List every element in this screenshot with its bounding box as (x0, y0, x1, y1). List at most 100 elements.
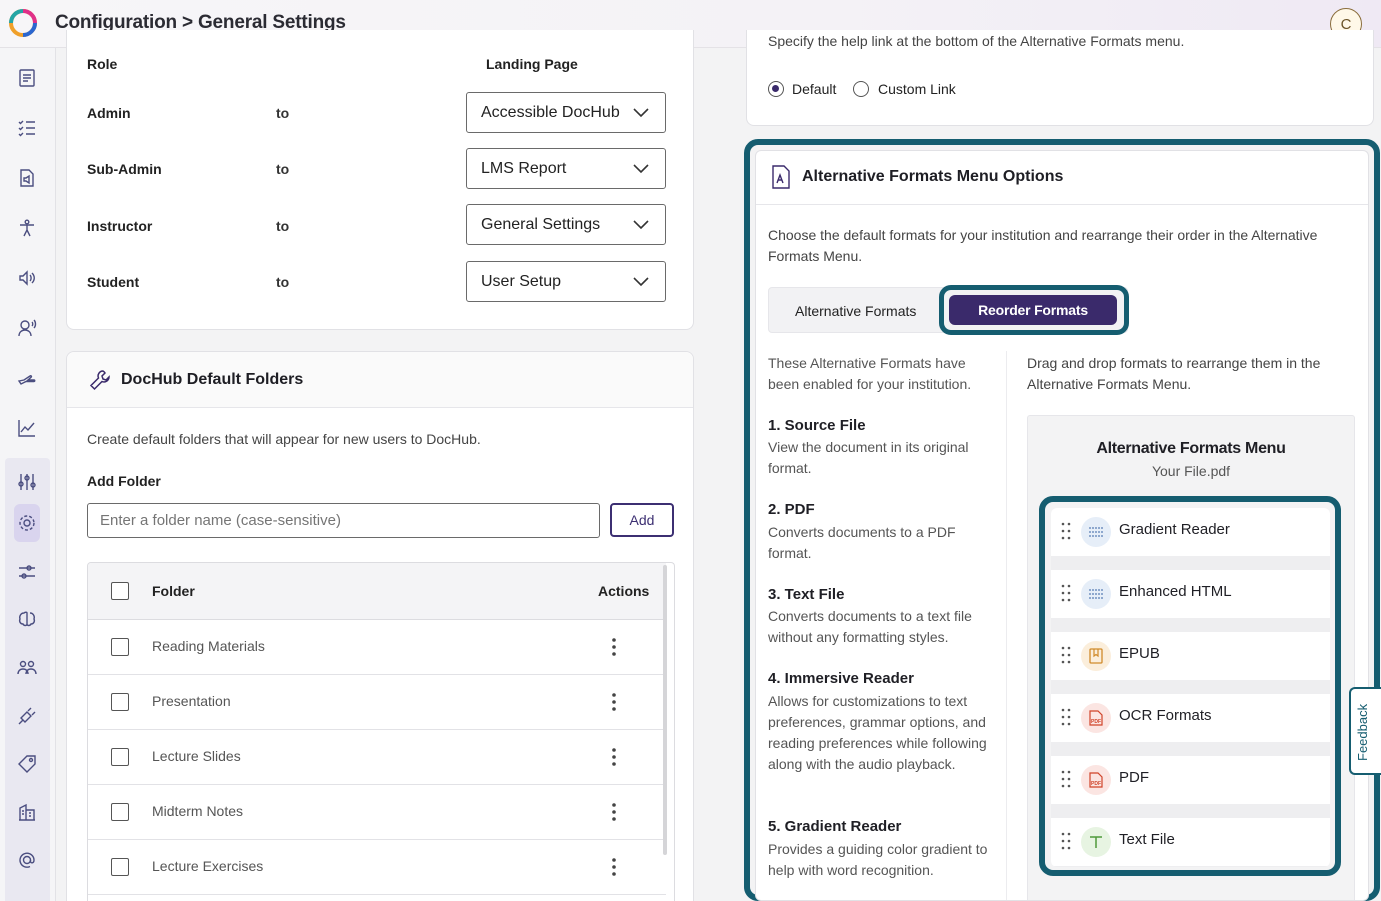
role-label: Instructor (87, 218, 153, 234)
format-title: 2. PDF (768, 501, 815, 518)
chevron-down-icon (633, 108, 649, 118)
format-description: Converts documents to a PDF format. (768, 524, 956, 561)
help-link-description: Specify the help link at the bottom of t… (768, 33, 1185, 49)
tab-alternative-formats[interactable]: Alternative Formats (795, 303, 916, 319)
drag-handle-icon[interactable] (1060, 645, 1072, 665)
add-folder-button[interactable]: Add (610, 503, 674, 537)
tag-icon[interactable] (13, 750, 41, 778)
checklist-icon[interactable] (13, 114, 41, 142)
left-intro: These Alternative Formats have been enab… (768, 355, 972, 392)
custom-link-radio[interactable] (853, 81, 869, 97)
draggable-format-item[interactable]: EPUB (1051, 632, 1330, 680)
folder-name-input[interactable] (87, 503, 600, 538)
table-header: Folder Actions (88, 563, 666, 620)
menu-file-name: Your File.pdf (1151, 463, 1231, 479)
row-checkbox[interactable] (111, 748, 129, 766)
speaker-icon[interactable] (13, 264, 41, 292)
table-scrollbar[interactable] (663, 565, 667, 855)
landing-page-select-instructor[interactable]: General Settings (466, 204, 666, 245)
add-folder-label: Add Folder (87, 473, 161, 489)
row-checkbox[interactable] (111, 638, 129, 656)
draggable-format-item[interactable]: PDF PDF (1051, 756, 1330, 804)
adjust-icon[interactable] (13, 558, 41, 586)
format-label: EPUB (1119, 645, 1160, 662)
landing-page-select-student[interactable]: User Setup (466, 261, 666, 302)
to-label: to (276, 274, 290, 290)
folder-name: Lecture Exercises (152, 858, 264, 874)
row-checkbox[interactable] (111, 858, 129, 876)
drag-handle-icon[interactable] (1060, 583, 1072, 603)
gear-icon[interactable] (14, 504, 40, 542)
draggable-format-item[interactable]: Text File (1051, 818, 1330, 866)
users-icon[interactable] (13, 654, 41, 682)
alt-formats-description: Choose the default formats for your inst… (768, 227, 1318, 264)
svg-text:PDF: PDF (1091, 781, 1101, 787)
table-row: Reading Materials (88, 620, 666, 675)
select-value: User Setup (481, 272, 562, 290)
draggable-format-item[interactable]: Gradient Reader (1051, 508, 1330, 556)
more-actions-icon[interactable] (612, 693, 616, 711)
format-description: Provides a guiding color gradient to hel… (768, 841, 988, 878)
landing-page-card: Role Landing Page Admin to Accessible Do… (66, 30, 694, 330)
more-actions-icon[interactable] (612, 803, 616, 821)
sliders-icon[interactable] (13, 468, 41, 496)
audio-file-icon[interactable] (13, 164, 41, 192)
more-actions-icon[interactable] (612, 638, 616, 656)
row-checkbox[interactable] (111, 693, 129, 711)
card-title: DocHub Default Folders (121, 371, 304, 388)
document-icon[interactable] (13, 64, 41, 92)
column-divider (1006, 351, 1007, 900)
folder-name: Midterm Notes (152, 803, 244, 819)
default-radio[interactable] (768, 81, 784, 97)
card-header: Alternative Formats Menu Options (756, 151, 1368, 205)
help-text-clip: Specify the help link at the bottom of t… (747, 30, 1373, 52)
brain-icon[interactable] (13, 606, 41, 634)
role-column-header: Role (87, 56, 118, 72)
select-value: LMS Report (481, 159, 567, 177)
drag-handle-icon[interactable] (1060, 521, 1072, 541)
pdf-icon: PDF (1081, 765, 1111, 795)
row-checkbox[interactable] (111, 803, 129, 821)
format-title: 4. Immersive Reader (768, 670, 914, 687)
role-label: Student (87, 274, 140, 290)
dochub-folders-card: DocHub Default Folders Create default fo… (66, 351, 694, 901)
at-sign-icon[interactable] (13, 846, 41, 874)
accessibility-icon[interactable] (13, 214, 41, 242)
feedback-tab[interactable]: Feedback (1349, 687, 1381, 775)
folders-table: Folder Actions Reading Materials Present… (87, 562, 675, 901)
chart-icon[interactable] (13, 414, 41, 442)
landing-page-select-admin[interactable]: Accessible DocHub (466, 92, 666, 133)
drag-handle-icon[interactable] (1060, 831, 1072, 851)
draggable-format-item[interactable]: Enhanced HTML (1051, 570, 1330, 618)
chevron-down-icon (633, 220, 649, 230)
to-label: to (276, 161, 290, 177)
to-label: to (276, 105, 290, 121)
table-row: Presentation (88, 675, 666, 730)
card-header: DocHub Default Folders (67, 352, 693, 408)
building-icon[interactable] (13, 798, 41, 826)
lines-icon (1081, 579, 1111, 609)
table-row: Midterm Notes (88, 785, 666, 840)
format-description: View the document in its original format… (768, 439, 969, 476)
help-link-card: Specify the help link at the bottom of t… (746, 30, 1374, 126)
landing-page-select-sub-admin[interactable]: LMS Report (466, 148, 666, 189)
table-row: Lecture Slides (88, 730, 666, 785)
plug-icon[interactable] (13, 702, 41, 730)
drag-handle-icon[interactable] (1060, 769, 1072, 789)
drag-handle-icon[interactable] (1060, 707, 1072, 727)
tab-reorder-formats[interactable]: Reorder Formats (949, 295, 1117, 325)
wrench-icon (89, 370, 110, 391)
draggable-format-item[interactable]: PDF OCR Formats (1051, 694, 1330, 742)
more-actions-icon[interactable] (612, 748, 616, 766)
app-logo-icon[interactable] (7, 7, 39, 39)
more-actions-icon[interactable] (612, 858, 616, 876)
hand-icon[interactable] (13, 364, 41, 392)
svg-text:PDF: PDF (1091, 719, 1101, 725)
select-value: Accessible DocHub (481, 103, 620, 121)
select-all-checkbox[interactable] (111, 582, 129, 600)
role-label: Admin (87, 105, 131, 121)
folder-column-header: Folder (152, 583, 195, 599)
format-label: OCR Formats (1119, 707, 1212, 724)
voice-user-icon[interactable] (13, 314, 41, 342)
feedback-label: Feedback (1355, 703, 1370, 761)
